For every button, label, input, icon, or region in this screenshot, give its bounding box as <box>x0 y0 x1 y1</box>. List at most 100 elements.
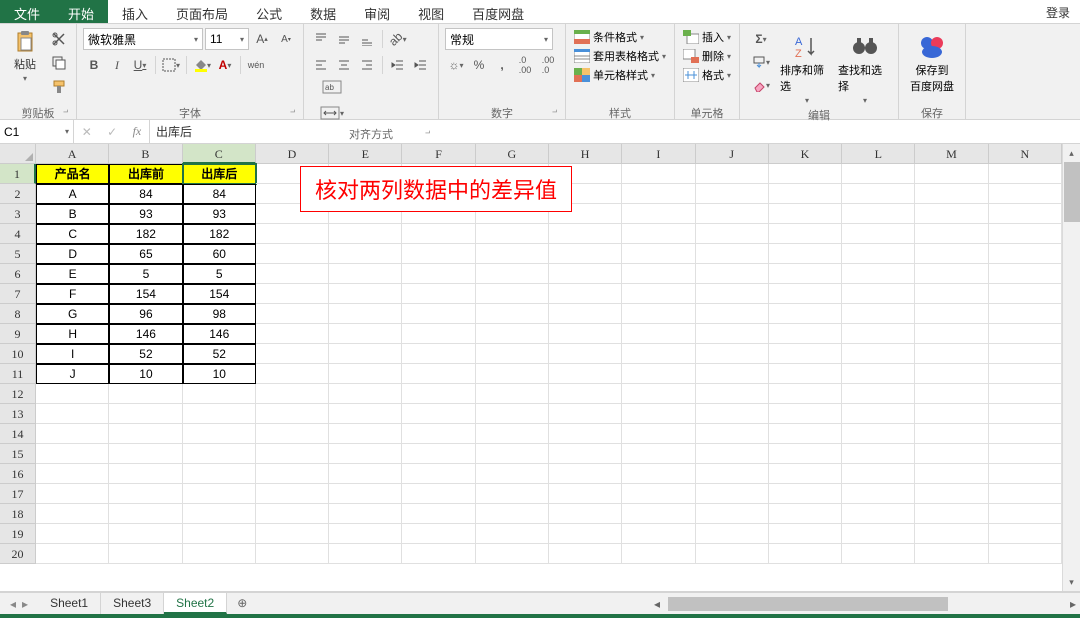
col-header-D[interactable]: D <box>256 144 329 164</box>
row-header-3[interactable]: 3 <box>0 204 36 224</box>
number-format-combo[interactable]: 常规▾ <box>445 28 553 50</box>
cell-F19[interactable] <box>402 524 475 544</box>
cell-A9[interactable]: H <box>36 324 109 344</box>
cell-C2[interactable]: 84 <box>183 184 256 204</box>
row-header-9[interactable]: 9 <box>0 324 36 344</box>
font-name-combo[interactable]: 微软雅黑▾ <box>83 28 203 50</box>
cell-C13[interactable] <box>183 404 256 424</box>
cell-D4[interactable] <box>256 224 329 244</box>
cell-M1[interactable] <box>915 164 988 184</box>
cell-D16[interactable] <box>256 464 329 484</box>
cell-A20[interactable] <box>36 544 109 564</box>
cell-I15[interactable] <box>622 444 695 464</box>
cell-A18[interactable] <box>36 504 109 524</box>
font-size-combo[interactable]: 11▾ <box>205 28 249 50</box>
cell-D7[interactable] <box>256 284 329 304</box>
cell-H19[interactable] <box>549 524 622 544</box>
cell-K11[interactable] <box>769 364 842 384</box>
cell-E5[interactable] <box>329 244 402 264</box>
col-header-I[interactable]: I <box>622 144 695 164</box>
row-header-17[interactable]: 17 <box>0 484 36 504</box>
percent-button[interactable]: % <box>468 54 490 76</box>
border-button[interactable]: ▾ <box>160 54 182 76</box>
cell-J8[interactable] <box>696 304 769 324</box>
cell-M16[interactable] <box>915 464 988 484</box>
cell-N14[interactable] <box>989 424 1062 444</box>
col-header-M[interactable]: M <box>915 144 988 164</box>
cell-C4[interactable]: 182 <box>183 224 256 244</box>
formula-input[interactable]: 出库后 <box>150 120 1080 143</box>
cell-N3[interactable] <box>989 204 1062 224</box>
row-header-18[interactable]: 18 <box>0 504 36 524</box>
scroll-up-button[interactable]: ▴ <box>1063 144 1080 162</box>
cell-M9[interactable] <box>915 324 988 344</box>
cell-A17[interactable] <box>36 484 109 504</box>
cell-H13[interactable] <box>549 404 622 424</box>
decrease-font-button[interactable]: A▾ <box>275 28 297 50</box>
cell-A13[interactable] <box>36 404 109 424</box>
cell-I14[interactable] <box>622 424 695 444</box>
row-header-8[interactable]: 8 <box>0 304 36 324</box>
cell-E6[interactable] <box>329 264 402 284</box>
cell-L3[interactable] <box>842 204 915 224</box>
name-box[interactable]: C1▾ <box>0 120 74 143</box>
cell-M7[interactable] <box>915 284 988 304</box>
cell-N9[interactable] <box>989 324 1062 344</box>
cell-N5[interactable] <box>989 244 1062 264</box>
cell-C15[interactable] <box>183 444 256 464</box>
cell-N10[interactable] <box>989 344 1062 364</box>
cell-L7[interactable] <box>842 284 915 304</box>
cell-G17[interactable] <box>476 484 549 504</box>
tab-pagelayout[interactable]: 页面布局 <box>162 0 242 23</box>
italic-button[interactable]: I <box>106 54 128 76</box>
cell-J20[interactable] <box>696 544 769 564</box>
vertical-scrollbar[interactable]: ▴ ▾ <box>1062 144 1080 591</box>
cell-M3[interactable] <box>915 204 988 224</box>
hscroll-right-icon[interactable]: ▸ <box>1066 597 1080 611</box>
cell-M15[interactable] <box>915 444 988 464</box>
table-format-button[interactable]: 套用表格格式▾ <box>572 47 668 65</box>
cell-E7[interactable] <box>329 284 402 304</box>
cell-G13[interactable] <box>476 404 549 424</box>
cell-I10[interactable] <box>622 344 695 364</box>
cell-I17[interactable] <box>622 484 695 504</box>
cell-F8[interactable] <box>402 304 475 324</box>
cell-D18[interactable] <box>256 504 329 524</box>
row-header-14[interactable]: 14 <box>0 424 36 444</box>
col-header-L[interactable]: L <box>842 144 915 164</box>
increase-decimal-button[interactable]: .0.00 <box>514 54 536 76</box>
cell-N8[interactable] <box>989 304 1062 324</box>
cell-C20[interactable] <box>183 544 256 564</box>
cell-A12[interactable] <box>36 384 109 404</box>
cell-B14[interactable] <box>109 424 182 444</box>
cell-C12[interactable] <box>183 384 256 404</box>
cell-F12[interactable] <box>402 384 475 404</box>
tab-data[interactable]: 数据 <box>296 0 350 23</box>
confirm-formula-button[interactable]: ✓ <box>107 125 117 139</box>
col-header-N[interactable]: N <box>989 144 1062 164</box>
cell-F4[interactable] <box>402 224 475 244</box>
cell-H17[interactable] <box>549 484 622 504</box>
cell-I19[interactable] <box>622 524 695 544</box>
cell-H7[interactable] <box>549 284 622 304</box>
cell-L19[interactable] <box>842 524 915 544</box>
cell-M10[interactable] <box>915 344 988 364</box>
cell-A8[interactable]: G <box>36 304 109 324</box>
cell-E11[interactable] <box>329 364 402 384</box>
cell-I3[interactable] <box>622 204 695 224</box>
col-header-A[interactable]: A <box>36 144 109 164</box>
cell-I7[interactable] <box>622 284 695 304</box>
cell-G6[interactable] <box>476 264 549 284</box>
cell-L12[interactable] <box>842 384 915 404</box>
cell-A1[interactable]: 产品名 <box>36 164 109 184</box>
cell-K13[interactable] <box>769 404 842 424</box>
col-header-C[interactable]: C <box>183 144 256 164</box>
cell-N12[interactable] <box>989 384 1062 404</box>
cell-J3[interactable] <box>696 204 769 224</box>
cell-L11[interactable] <box>842 364 915 384</box>
cell-A15[interactable] <box>36 444 109 464</box>
cell-L2[interactable] <box>842 184 915 204</box>
fx-button[interactable]: fx <box>133 124 142 139</box>
phonetic-button[interactable]: wén <box>245 54 267 76</box>
horizontal-scrollbar[interactable]: ◂ ▸ <box>650 593 1080 614</box>
